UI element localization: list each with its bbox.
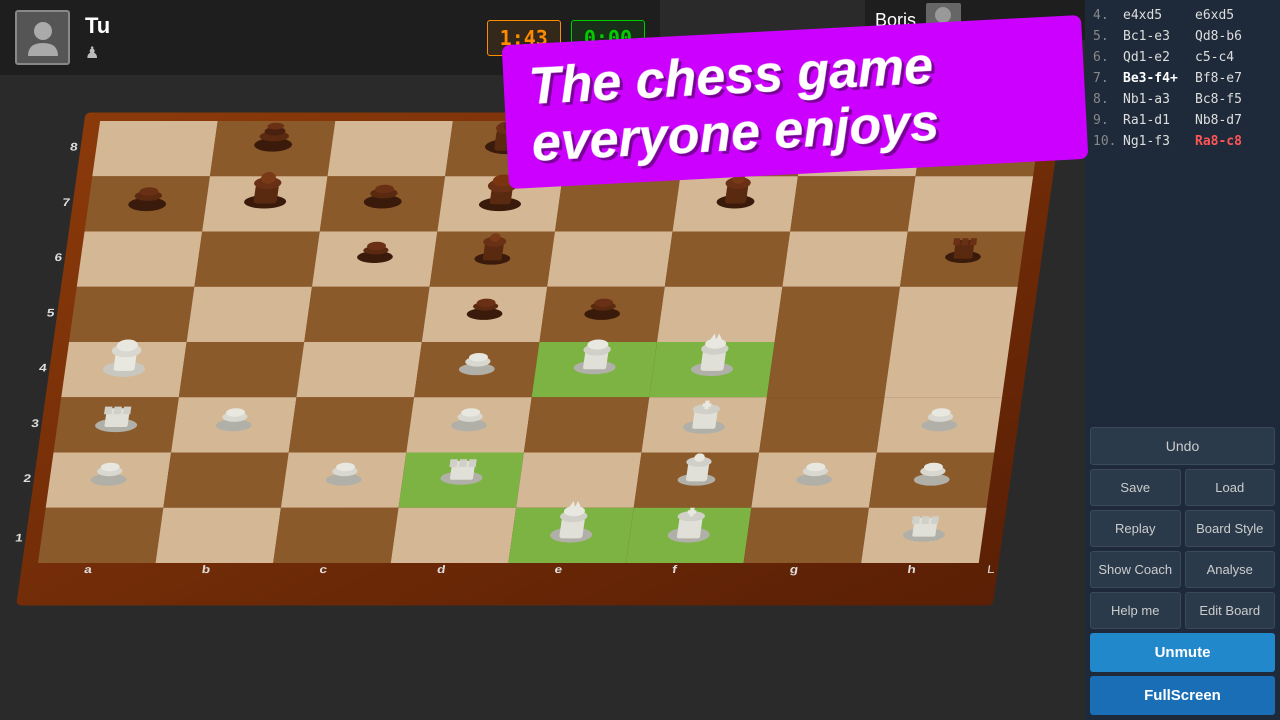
svg-text:8: 8 bbox=[69, 141, 78, 153]
svg-text:2: 2 bbox=[23, 473, 32, 485]
move-history: 4.e4xd5e6xd55.Bc1-e3Qd8-b66.Qd1-e2c5-c47… bbox=[1085, 0, 1280, 422]
move-row: 10.Ng1-f3Ra8-c8 bbox=[1085, 131, 1280, 152]
replay-boardstyle-row: Replay Board Style bbox=[1090, 510, 1275, 547]
player-avatar bbox=[15, 10, 70, 65]
move-row: 7.Be3-f4+Bf8-e7 bbox=[1085, 68, 1280, 89]
coach-analyse-row: Show Coach Analyse bbox=[1090, 551, 1275, 588]
move-row: 6.Qd1-e2c5-c4 bbox=[1085, 47, 1280, 68]
help-me-button[interactable]: Help me bbox=[1090, 592, 1181, 629]
person-icon bbox=[23, 18, 63, 58]
save-load-row: Save Load bbox=[1090, 469, 1275, 506]
save-button[interactable]: Save bbox=[1090, 469, 1181, 506]
help-editboard-row: Help me Edit Board bbox=[1090, 592, 1275, 629]
player-name: Tu bbox=[85, 13, 110, 39]
player-info: Tu ♟ bbox=[85, 13, 110, 63]
unmute-button[interactable]: Unmute bbox=[1090, 633, 1275, 672]
replay-button[interactable]: Replay bbox=[1090, 510, 1181, 547]
move-row: 9.Ra1-d1Nb8-d7 bbox=[1085, 110, 1280, 131]
analyse-button[interactable]: Analyse bbox=[1185, 551, 1276, 588]
svg-text:3: 3 bbox=[30, 417, 39, 429]
svg-text:6: 6 bbox=[54, 252, 63, 264]
svg-text:1: 1 bbox=[14, 532, 23, 544]
fullscreen-button[interactable]: FullScreen bbox=[1090, 676, 1275, 715]
load-button[interactable]: Load bbox=[1185, 469, 1276, 506]
svg-text:4: 4 bbox=[38, 362, 47, 374]
svg-text:h: h bbox=[907, 563, 917, 575]
move-row: 5.Bc1-e3Qd8-b6 bbox=[1085, 26, 1280, 47]
promo-text: The chess game everyone enjoys bbox=[527, 31, 1062, 173]
move-row: 4.e4xd5e6xd5 bbox=[1085, 5, 1280, 26]
show-coach-button[interactable]: Show Coach bbox=[1090, 551, 1181, 588]
right-panel: 4.e4xd5e6xd55.Bc1-e3Qd8-b66.Qd1-e2c5-c47… bbox=[1085, 0, 1280, 720]
board-style-button[interactable]: Board Style bbox=[1185, 510, 1276, 547]
edit-board-button[interactable]: Edit Board bbox=[1185, 592, 1276, 629]
move-row: 8.Nb1-a3Bc8-f5 bbox=[1085, 89, 1280, 110]
svg-text:7: 7 bbox=[62, 196, 71, 208]
svg-text:d: d bbox=[436, 563, 446, 575]
svg-text:g: g bbox=[789, 563, 799, 575]
piece-icon: ♟ bbox=[85, 43, 110, 63]
svg-text:5: 5 bbox=[46, 307, 55, 319]
promo-banner: The chess game everyone enjoys bbox=[502, 15, 1089, 190]
buttons-panel: Undo Save Load Replay Board Style Show C… bbox=[1085, 422, 1280, 720]
undo-button[interactable]: Undo bbox=[1090, 427, 1275, 465]
